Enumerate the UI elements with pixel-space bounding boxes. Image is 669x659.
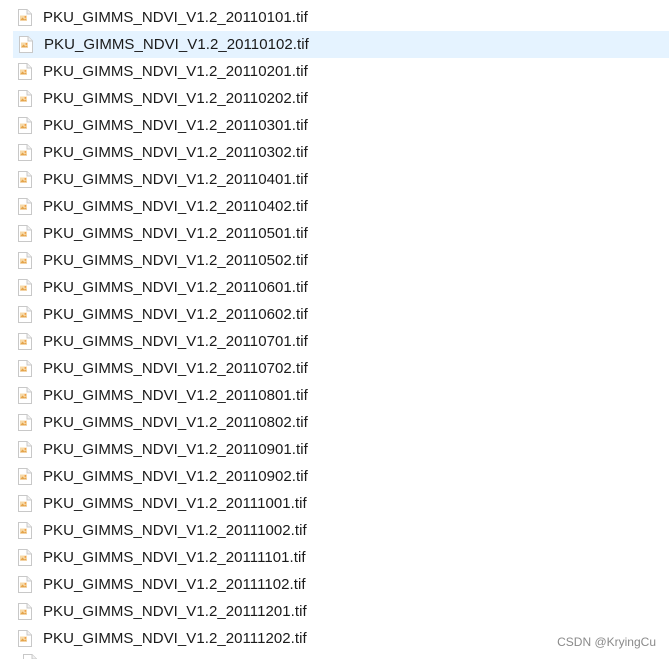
file-list-item[interactable]: PKU_GIMMS_NDVI_V1.2_20110102.tif <box>13 31 669 58</box>
file-name: PKU_GIMMS_NDVI_V1.2_20110101.tif <box>43 9 308 26</box>
file-list-item[interactable]: PKU_GIMMS_NDVI_V1.2_20110402.tif <box>13 193 669 220</box>
tif-file-icon <box>18 468 32 485</box>
file-name: PKU_GIMMS_NDVI_V1.2_20110702.tif <box>43 360 308 377</box>
watermark: CSDN @KryingCu <box>557 635 656 649</box>
file-list-item-partial[interactable] <box>13 652 669 659</box>
tif-file-icon <box>18 9 32 26</box>
file-list-item[interactable]: PKU_GIMMS_NDVI_V1.2_20110802.tif <box>13 409 669 436</box>
file-list-item[interactable]: PKU_GIMMS_NDVI_V1.2_20110902.tif <box>13 463 669 490</box>
file-name: PKU_GIMMS_NDVI_V1.2_20110802.tif <box>43 414 308 431</box>
file-list-item[interactable]: PKU_GIMMS_NDVI_V1.2_20110601.tif <box>13 274 669 301</box>
file-name: PKU_GIMMS_NDVI_V1.2_20110301.tif <box>43 117 308 134</box>
file-list-item[interactable]: PKU_GIMMS_NDVI_V1.2_20110501.tif <box>13 220 669 247</box>
tif-file-icon <box>18 306 32 323</box>
tif-file-icon <box>18 603 32 620</box>
tif-file-icon <box>18 549 32 566</box>
file-name: PKU_GIMMS_NDVI_V1.2_20110701.tif <box>43 333 308 350</box>
file-name: PKU_GIMMS_NDVI_V1.2_20110402.tif <box>43 198 308 215</box>
tif-file-icon <box>18 279 32 296</box>
file-list-item[interactable]: PKU_GIMMS_NDVI_V1.2_20111001.tif <box>13 490 669 517</box>
file-name: PKU_GIMMS_NDVI_V1.2_20110401.tif <box>43 171 308 188</box>
tif-file-icon <box>18 198 32 215</box>
file-list-item[interactable]: PKU_GIMMS_NDVI_V1.2_20110502.tif <box>13 247 669 274</box>
file-name: PKU_GIMMS_NDVI_V1.2_20111001.tif <box>43 495 307 512</box>
file-name: PKU_GIMMS_NDVI_V1.2_20110201.tif <box>43 63 308 80</box>
tif-file-icon <box>18 630 32 647</box>
tif-file-icon <box>18 117 32 134</box>
file-list-item[interactable]: PKU_GIMMS_NDVI_V1.2_20110201.tif <box>13 58 669 85</box>
file-list-item[interactable]: PKU_GIMMS_NDVI_V1.2_20111102.tif <box>13 571 669 598</box>
file-list-item[interactable]: PKU_GIMMS_NDVI_V1.2_20110901.tif <box>13 436 669 463</box>
file-list-item[interactable]: PKU_GIMMS_NDVI_V1.2_20110301.tif <box>13 112 669 139</box>
tif-file-icon <box>18 63 32 80</box>
file-name: PKU_GIMMS_NDVI_V1.2_20111102.tif <box>43 576 306 593</box>
file-name: PKU_GIMMS_NDVI_V1.2_20111101.tif <box>43 549 306 566</box>
tif-file-icon <box>18 252 32 269</box>
tif-file-icon <box>18 171 32 188</box>
file-list-item[interactable]: PKU_GIMMS_NDVI_V1.2_20111002.tif <box>13 517 669 544</box>
tif-file-icon <box>19 36 33 53</box>
file-list-item[interactable]: PKU_GIMMS_NDVI_V1.2_20110702.tif <box>13 355 669 382</box>
file-name: PKU_GIMMS_NDVI_V1.2_20110901.tif <box>43 441 308 458</box>
tif-file-icon <box>18 360 32 377</box>
file-name: PKU_GIMMS_NDVI_V1.2_20110501.tif <box>43 225 308 242</box>
file-name: PKU_GIMMS_NDVI_V1.2_20110502.tif <box>43 252 308 269</box>
file-list-item[interactable]: PKU_GIMMS_NDVI_V1.2_20111201.tif <box>13 598 669 625</box>
file-name: PKU_GIMMS_NDVI_V1.2_20111202.tif <box>43 630 307 647</box>
tif-file-icon <box>18 333 32 350</box>
file-name: PKU_GIMMS_NDVI_V1.2_20110102.tif <box>44 36 309 53</box>
file-name: PKU_GIMMS_NDVI_V1.2_20110602.tif <box>43 306 308 323</box>
file-icon <box>23 654 37 659</box>
tif-file-icon <box>18 225 32 242</box>
tif-file-icon <box>18 144 32 161</box>
file-name: PKU_GIMMS_NDVI_V1.2_20110902.tif <box>43 468 308 485</box>
file-list-item[interactable]: PKU_GIMMS_NDVI_V1.2_20111101.tif <box>13 544 669 571</box>
file-list-item[interactable]: PKU_GIMMS_NDVI_V1.2_20110701.tif <box>13 328 669 355</box>
tif-file-icon <box>18 495 32 512</box>
file-list-item[interactable]: PKU_GIMMS_NDVI_V1.2_20110202.tif <box>13 85 669 112</box>
tif-file-icon <box>18 576 32 593</box>
file-name: PKU_GIMMS_NDVI_V1.2_20110202.tif <box>43 90 308 107</box>
file-list-item[interactable]: PKU_GIMMS_NDVI_V1.2_20110101.tif <box>13 4 669 31</box>
file-list-item[interactable]: PKU_GIMMS_NDVI_V1.2_20110602.tif <box>13 301 669 328</box>
tif-file-icon <box>18 441 32 458</box>
file-name: PKU_GIMMS_NDVI_V1.2_20110801.tif <box>43 387 308 404</box>
tif-file-icon <box>18 522 32 539</box>
file-list-item[interactable]: PKU_GIMMS_NDVI_V1.2_20110302.tif <box>13 139 669 166</box>
file-list-item[interactable]: PKU_GIMMS_NDVI_V1.2_20110401.tif <box>13 166 669 193</box>
file-name: PKU_GIMMS_NDVI_V1.2_20111002.tif <box>43 522 307 539</box>
file-name: PKU_GIMMS_NDVI_V1.2_20111201.tif <box>43 603 307 620</box>
tif-file-icon <box>18 387 32 404</box>
tif-file-icon <box>18 90 32 107</box>
file-list: PKU_GIMMS_NDVI_V1.2_20110101.tif PKU_GIM… <box>0 4 669 652</box>
file-name: PKU_GIMMS_NDVI_V1.2_20110302.tif <box>43 144 308 161</box>
file-list-item[interactable]: PKU_GIMMS_NDVI_V1.2_20110801.tif <box>13 382 669 409</box>
file-name: PKU_GIMMS_NDVI_V1.2_20110601.tif <box>43 279 308 296</box>
tif-file-icon <box>18 414 32 431</box>
